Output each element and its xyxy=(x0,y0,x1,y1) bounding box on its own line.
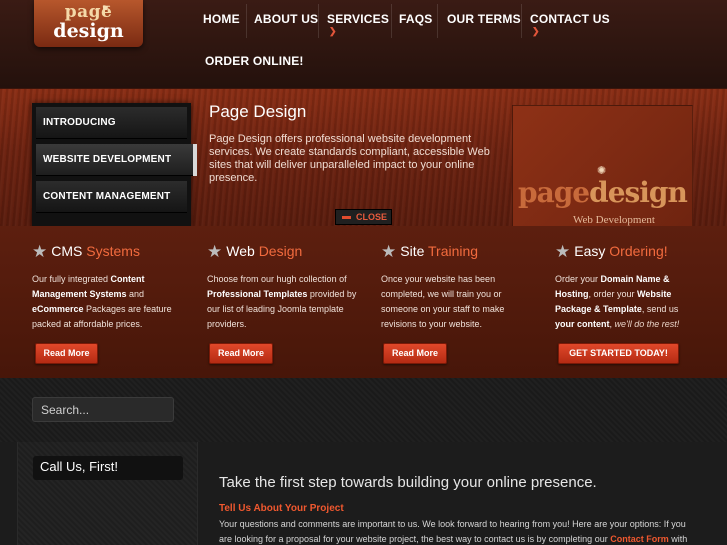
search-band xyxy=(0,378,727,442)
main-subheading: Tell Us About Your Project xyxy=(219,503,344,514)
search-input[interactable] xyxy=(32,397,174,422)
site-header: page design ☛ HOME ABOUT US SERVICES ❯ F… xyxy=(0,0,727,88)
feature-site-training: ★ Site Training Once your website has bee… xyxy=(381,242,541,332)
feature-title: ★ Site Training xyxy=(381,242,479,261)
nav-order-online[interactable]: ORDER ONLINE! xyxy=(205,54,304,68)
feature-text: Our fully integrated Content Management … xyxy=(32,274,172,329)
read-more-button[interactable]: Read More xyxy=(383,343,447,364)
get-started-button[interactable]: GET STARTED TODAY! xyxy=(558,343,679,364)
feature-text: Choose from our hugh collection of Profe… xyxy=(207,274,357,329)
nav-divider xyxy=(521,4,522,38)
call-us-box: Call Us, First! xyxy=(33,456,183,480)
nav-contact-label: CONTACT US xyxy=(530,12,610,26)
slide-image: ✺ pagedesign Web Development xyxy=(512,105,693,227)
slide-title: Page Design xyxy=(209,102,307,121)
slide-image-brand: pagedesign xyxy=(518,176,688,209)
contact-form-link[interactable]: Contact Form xyxy=(610,534,669,544)
nav-contact[interactable]: CONTACT US ❯ xyxy=(530,12,610,36)
feature-slider: INTRODUCING WEBSITE DEVELOPMENT CONTENT … xyxy=(0,88,727,227)
feature-text: Order your Domain Name & Hosting, order … xyxy=(555,274,680,329)
feature-easy-ordering: ★ Easy Ordering! Order your Domain Name &… xyxy=(555,242,715,332)
main-heading: Take the first step towards building you… xyxy=(219,474,597,491)
slider-tab-website-development[interactable]: WEBSITE DEVELOPMENT xyxy=(36,144,197,176)
feature-title: ★ CMS Systems xyxy=(32,242,140,261)
close-label: CLOSE xyxy=(356,212,388,222)
nav-services-label: SERVICES xyxy=(327,12,390,26)
star-icon: ★ xyxy=(207,242,223,261)
feature-title: ★ Easy Ordering! xyxy=(555,242,668,261)
read-more-button[interactable]: Read More xyxy=(35,343,98,364)
star-icon: ★ xyxy=(32,242,48,261)
slide-description: Page Design offers professional website … xyxy=(209,133,490,184)
chevron-down-icon: ❯ xyxy=(329,26,337,36)
slider-tab-content-management[interactable]: CONTENT MANAGEMENT xyxy=(36,181,187,213)
logo[interactable]: page design ☛ xyxy=(34,0,143,47)
sidebar: Call Us, First! xyxy=(17,442,198,545)
feature-text: Once your website has been completed, we… xyxy=(381,274,505,329)
features-section: ★ CMS Systems Our fully integrated Conten… xyxy=(0,226,727,378)
feature-cms: ★ CMS Systems Our fully integrated Conten… xyxy=(32,242,192,332)
feature-web-design: ★ Web Design Choose from our hugh collect… xyxy=(207,242,367,332)
nav-terms[interactable]: OUR TERMS xyxy=(447,12,521,26)
slider-tab-list: INTRODUCING WEBSITE DEVELOPMENT CONTENT … xyxy=(32,103,197,227)
close-slider-button[interactable]: CLOSE xyxy=(335,209,392,225)
slide-image-caption: Web Development xyxy=(573,214,655,226)
logo-line-1: page xyxy=(64,2,113,22)
main-text: Your questions and comments are importan… xyxy=(219,519,688,544)
nav-divider xyxy=(246,4,247,38)
nav-divider xyxy=(391,4,392,38)
star-icon: ★ xyxy=(381,242,397,261)
read-more-button[interactable]: Read More xyxy=(209,343,273,364)
pointing-hand-icon: ☛ xyxy=(102,3,111,14)
nav-home[interactable]: HOME xyxy=(203,12,240,26)
logo-line-2: design xyxy=(53,20,124,42)
main-content: Call Us, First! Take the first step towa… xyxy=(0,442,727,545)
nav-services[interactable]: SERVICES ❯ xyxy=(327,12,390,36)
star-icon: ★ xyxy=(555,242,571,261)
nav-faqs[interactable]: FAQS xyxy=(399,12,432,26)
nav-divider xyxy=(318,4,319,38)
minus-icon xyxy=(342,216,351,220)
slider-tab-introducing[interactable]: INTRODUCING xyxy=(36,107,187,139)
feature-title: ★ Web Design xyxy=(207,242,303,261)
nav-about[interactable]: ABOUT US xyxy=(254,12,318,26)
main-nav: HOME ABOUT US SERVICES ❯ FAQS OUR TERMS … xyxy=(194,0,727,88)
chevron-down-icon: ❯ xyxy=(532,26,540,36)
nav-divider xyxy=(437,4,438,38)
